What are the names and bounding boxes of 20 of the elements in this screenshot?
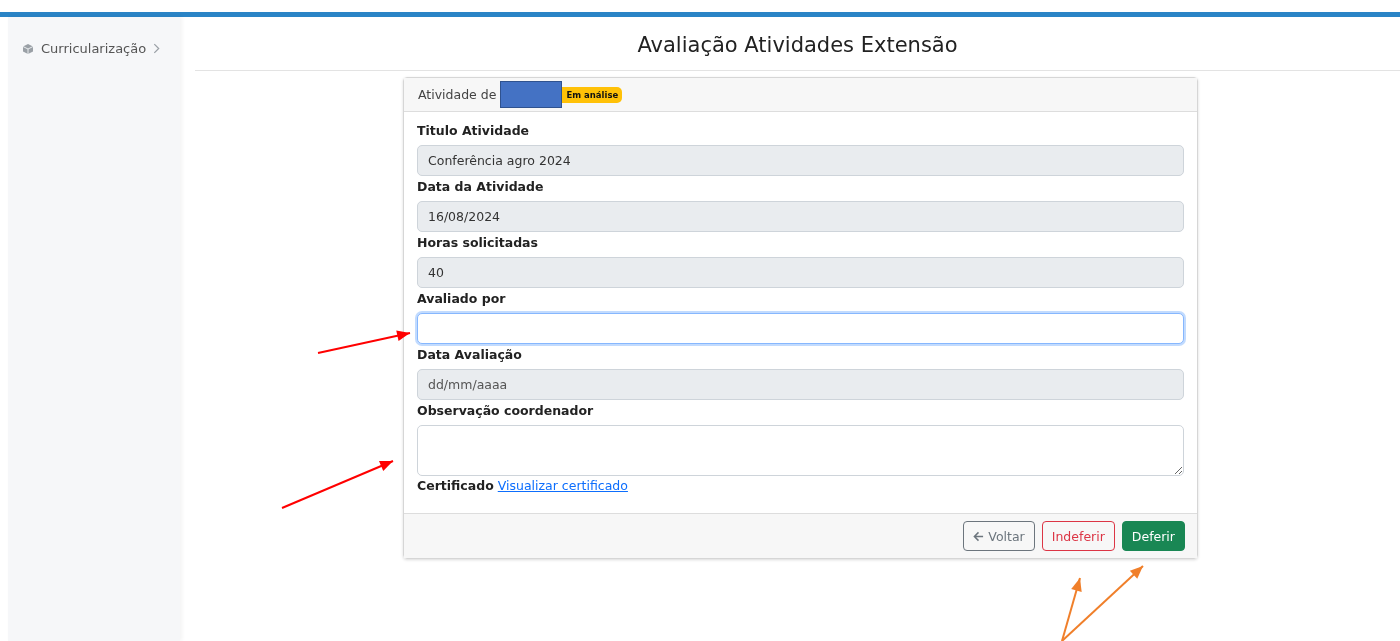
reject-button[interactable]: Indeferir (1041, 521, 1115, 551)
field-label: Horas solicitadas (417, 235, 539, 250)
field-label: Observação coordenador (417, 403, 595, 418)
back-button[interactable]: Voltar (963, 521, 1035, 551)
field-label: Data Avaliação (417, 347, 523, 362)
field-label: Titulo Atividade (417, 123, 531, 138)
sidebar-item[interactable]: Curricularização (8, 41, 180, 56)
status-badge: Em análise (562, 86, 623, 103)
chevron-icon (153, 43, 161, 54)
arrow-left-icon (973, 530, 985, 542)
input-field[interactable] (417, 313, 1184, 344)
page-title: Avaliação Atividades Extensão (636, 33, 959, 59)
certificate-label: Certificado (417, 478, 494, 493)
field-label: Data da Atividade (417, 179, 545, 194)
approve-button[interactable]: Deferir (1121, 521, 1185, 551)
field-label: Avaliado por (417, 291, 507, 306)
text-area[interactable] (417, 425, 1184, 476)
certificate-link[interactable]: Visualizar certificado (497, 478, 628, 493)
cube-icon (22, 42, 34, 55)
header-label: Atividade de (418, 87, 497, 102)
